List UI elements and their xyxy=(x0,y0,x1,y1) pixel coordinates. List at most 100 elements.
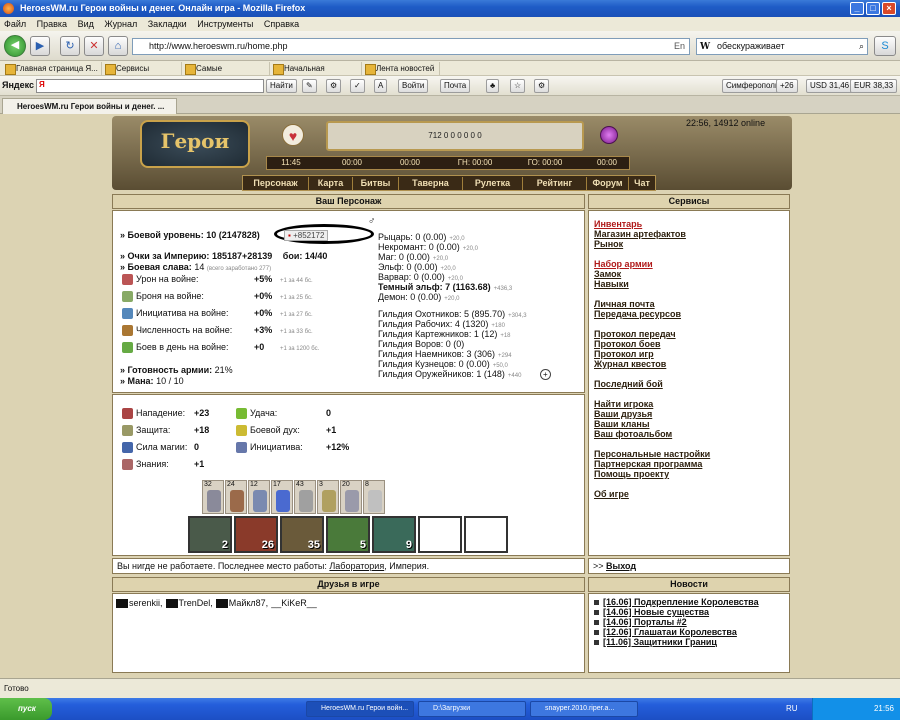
artifact-slot[interactable]: 24 xyxy=(225,480,247,514)
nav-roulette[interactable]: Рулетка xyxy=(463,177,523,190)
service-link[interactable]: Протокол игр xyxy=(594,349,654,359)
artifact-slot[interactable]: 17 xyxy=(271,480,293,514)
service-link[interactable]: Личная почта xyxy=(594,299,655,309)
bookmark-news-feed[interactable]: Лента новостей xyxy=(364,62,440,75)
nav-character[interactable]: Персонаж xyxy=(243,177,309,190)
friend-link[interactable]: __KiKeR__ xyxy=(271,598,317,608)
service-link[interactable]: Последний бой xyxy=(594,379,663,389)
window-titlebar[interactable]: HeroesWM.ru Герои войны и денег. Онлайн … xyxy=(0,0,900,17)
artifact-slot[interactable]: 12 xyxy=(248,480,270,514)
news-link[interactable]: [16.06] Подкрепление Королевства xyxy=(603,597,759,607)
friend-link[interactable]: Майкл87 xyxy=(229,598,266,608)
currency-usd[interactable]: USD 31,46 xyxy=(806,79,854,93)
minimize-button[interactable]: _ xyxy=(850,2,864,15)
tab-heroeswm[interactable]: HeroesWM.ru Герои войны и денег. ... xyxy=(2,98,177,114)
yandex-search-input[interactable]: Я xyxy=(36,79,264,93)
news-link[interactable]: [11.06] Защитники Границ xyxy=(603,637,717,647)
army-unit-slot[interactable]: 2 xyxy=(188,516,232,553)
search-icon[interactable]: ⌕ xyxy=(859,39,864,54)
service-link[interactable]: Навыки xyxy=(594,279,629,289)
weather-temp[interactable]: +26 xyxy=(776,79,798,93)
service-link[interactable]: Об игре xyxy=(594,489,629,499)
yandex-tool-7[interactable]: ⚙ xyxy=(534,79,550,93)
stop-button[interactable]: ✕ xyxy=(84,36,104,56)
exit-link[interactable]: Выход xyxy=(606,561,636,571)
news-link[interactable]: [12.06] Глашатаи Королевства xyxy=(603,627,737,637)
service-link[interactable]: Рынок xyxy=(594,239,623,249)
service-link[interactable]: Протокол передач xyxy=(594,329,676,339)
army-empty-slot[interactable] xyxy=(418,516,462,553)
service-link[interactable]: Журнал квестов xyxy=(594,359,666,369)
forward-button[interactable]: ▶ xyxy=(30,36,50,56)
yandex-tool-4[interactable]: A xyxy=(374,79,388,93)
army-unit-slot[interactable]: 9 xyxy=(372,516,416,553)
yandex-login-button[interactable]: Войти xyxy=(398,79,429,93)
search-input[interactable]: W обескураживает ⌕ xyxy=(696,38,868,55)
task-firefox[interactable]: HeroesWM.ru Герои войн... xyxy=(306,701,414,717)
url-input[interactable]: http://www.heroeswm.ru/home.php En xyxy=(132,38,690,55)
add-guild-button[interactable]: + xyxy=(540,369,551,380)
menu-view[interactable]: Вид xyxy=(78,19,94,29)
game-logo[interactable]: Герои xyxy=(140,120,250,168)
task-downloads[interactable]: D:\Загрузки xyxy=(418,701,526,717)
service-link[interactable]: Ваши кланы xyxy=(594,419,650,429)
close-button[interactable]: × xyxy=(882,2,896,15)
service-link[interactable]: Персональные настройки xyxy=(594,449,710,459)
language-indicator[interactable]: RU xyxy=(786,704,798,713)
artifact-slot[interactable]: 20 xyxy=(340,480,362,514)
yandex-tool-5[interactable]: ♣ xyxy=(486,79,500,93)
service-link[interactable]: Ваши друзья xyxy=(594,409,652,419)
menu-bookmarks[interactable]: Закладки xyxy=(148,19,187,29)
nav-tavern[interactable]: Таверна xyxy=(399,177,463,190)
yandex-find-button[interactable]: Найти xyxy=(266,79,297,93)
menu-edit[interactable]: Правка xyxy=(37,19,67,29)
weather-city[interactable]: Симферополь xyxy=(722,79,784,93)
service-link[interactable]: Помощь проекту xyxy=(594,469,669,479)
nav-battles[interactable]: Битвы xyxy=(353,177,399,190)
start-button[interactable]: пуск xyxy=(0,698,52,720)
menu-help[interactable]: Справка xyxy=(264,19,299,29)
news-link[interactable]: [14.06] Порталы #2 xyxy=(603,617,687,627)
bookmark-popular[interactable]: Самые популярные xyxy=(184,62,270,86)
army-unit-slot[interactable]: 5 xyxy=(326,516,370,553)
nav-rating[interactable]: Рейтинг xyxy=(523,177,587,190)
service-link[interactable]: Найти игрока xyxy=(594,399,653,409)
friend-link[interactable]: serenkii xyxy=(129,598,160,608)
heart-icon[interactable]: ♥ xyxy=(282,124,304,146)
bookmark-yandex-home[interactable]: Главная страница Я... xyxy=(4,62,102,75)
menu-file[interactable]: Файл xyxy=(4,19,26,29)
menu-tools[interactable]: Инструменты xyxy=(197,19,253,29)
currency-eur[interactable]: EUR 38,33 xyxy=(850,79,898,93)
back-button[interactable]: ◀ xyxy=(4,35,26,57)
home-button[interactable]: ⌂ xyxy=(108,36,128,56)
yandex-tool-2[interactable]: ⚙ xyxy=(326,79,342,93)
army-unit-slot[interactable]: 35 xyxy=(280,516,324,553)
yandex-tool-1[interactable]: ✎ xyxy=(302,79,317,93)
service-link[interactable]: Замок xyxy=(594,269,621,279)
nav-chat[interactable]: Чат xyxy=(629,177,655,190)
friend-link[interactable]: TrenDel xyxy=(179,598,211,608)
yandex-mail-button[interactable]: Почта xyxy=(440,79,471,93)
service-link[interactable]: Набор армии xyxy=(594,259,653,269)
artifact-slot[interactable]: 43 xyxy=(294,480,316,514)
yandex-tool-6[interactable]: ☆ xyxy=(510,79,526,93)
service-link[interactable]: Магазин артефактов xyxy=(594,229,686,239)
artifact-slot[interactable]: 3 xyxy=(317,480,339,514)
bookmark-yandex-services[interactable]: Сервисы Яндекса xyxy=(104,62,182,86)
menu-history[interactable]: Журнал xyxy=(104,19,137,29)
service-link[interactable]: Партнерская программа xyxy=(594,459,702,469)
maximize-button[interactable]: □ xyxy=(866,2,880,15)
clock[interactable]: 21:56 xyxy=(874,698,894,720)
service-link[interactable]: Передача ресурсов xyxy=(594,309,681,319)
nav-map[interactable]: Карта xyxy=(309,177,353,190)
news-link[interactable]: [14.06] Новые существа xyxy=(603,607,709,617)
task-media[interactable]: snayper.2010.riper.a... xyxy=(530,701,638,717)
artifact-slot[interactable]: 32 xyxy=(202,480,224,514)
yandex-tool-3[interactable]: ✓ xyxy=(350,79,365,93)
artifact-slot[interactable]: 8 xyxy=(363,480,385,514)
army-unit-slot[interactable]: 26 xyxy=(234,516,278,553)
service-link[interactable]: Ваш фотоальбом xyxy=(594,429,672,439)
skype-icon[interactable]: S xyxy=(874,36,896,56)
work-link[interactable]: Лаборатория xyxy=(329,561,384,571)
nav-forum[interactable]: Форум xyxy=(587,177,629,190)
